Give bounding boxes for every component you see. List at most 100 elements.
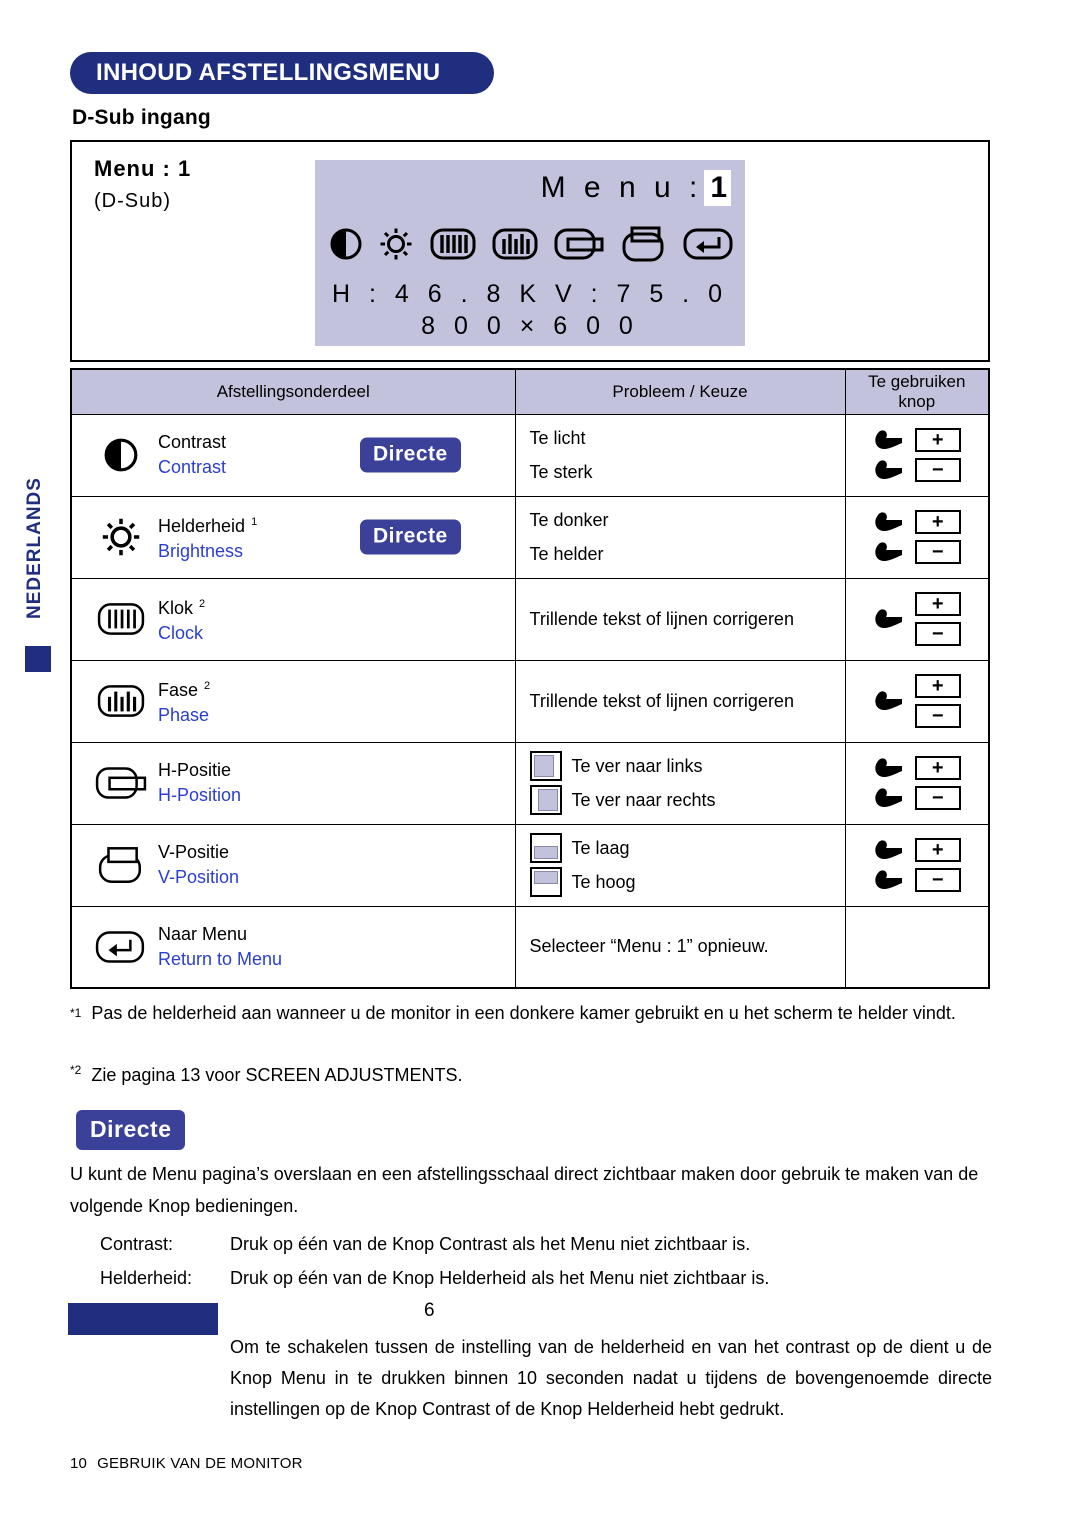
plus-button[interactable]: + [914,428,961,452]
button-line: + [873,510,961,534]
table-header-row: Afstellingsonderdeel Probleem / Keuze Te… [70,368,990,415]
return-icon [90,929,152,965]
plus-button[interactable]: + [914,674,961,698]
directe-item-value: Druk op één van de Knop Helderheid als h… [230,1268,770,1288]
pointing-hand-icon [873,839,903,861]
row-item-cell: H-Positie H-Position [70,741,516,825]
row-label-en: Contrast [158,457,227,477]
position-indicator-right-icon [529,785,562,815]
button-line: + [873,428,961,452]
row-item-cell: V-Positie V-Position [70,823,516,907]
row-button-cell: + − [844,413,990,497]
row-button-cell: + − [844,741,990,825]
minus-button[interactable]: − [914,458,961,482]
plus-button[interactable]: + [914,838,961,862]
page-subtitle: D-Sub ingang [72,106,211,129]
directe-item-value: Druk op één van de Knop Contrast als het… [230,1234,751,1254]
row-label-nl: Helderheid 1 [158,516,258,536]
position-indicator-low-icon [529,833,562,863]
row-label-nl: V-Positie [158,842,230,862]
row-item-cell: Helderheid 1 Brightness Directe [70,495,516,579]
pointing-hand-icon [873,608,903,630]
plus-button[interactable]: + [914,510,961,534]
pointing-hand-icon [873,757,903,779]
osd-frequency: H : 4 6 . 8 K V : 7 5 . 0 [332,280,728,308]
button-line: − [873,540,961,564]
footnote-2-marker: *2 [70,1063,82,1077]
problem-line: Te hoog [529,865,845,899]
problem-line: Te sterk [529,461,593,482]
pointing-hand-icon [873,511,903,533]
osd-menu-prefix: M e n u : [540,171,703,204]
phase-icon [90,683,152,719]
osd-preview-box: Menu : 1 (D-Sub) M e n u : 1 H: 4 6 . 8… [70,140,990,362]
row-label-en: H-Position [158,785,242,805]
footnote-2: *2 Zie pagina 13 voor SCREEN ADJUSTMENTS. [70,1055,1000,1091]
pointing-hand-icon [873,869,903,891]
table-row: H-Positie H-Position Te ver naar links T… [70,741,990,825]
footer-section-title: GEBRUIK VAN DE MONITOR [97,1455,303,1472]
contrast-icon [90,437,152,473]
clock-icon [90,601,152,637]
table-row: Klok 2 Clock Trillende tekst of lijnen co… [70,577,990,661]
directe-intro-text: U kunt de Menu pagina’s overslaan en een… [70,1164,979,1216]
directe-badge: Directe [360,437,461,473]
osd-resolution: 8 0 0 × 6 0 0 [421,312,639,340]
button-line: − [873,868,961,892]
button-line: − [873,458,961,482]
row-item-cell: Fase 2 Phase [70,659,516,743]
row-label-nl: Naar Menu [158,923,248,944]
plus-button[interactable]: + [914,592,961,616]
minus-button[interactable]: − [914,786,961,810]
osd-menu-line: M e n u : 1 [541,170,731,206]
row-item-cell: Contrast Contrast Directe [70,413,516,497]
h-position-icon [90,765,152,801]
header-item: Afstellingsonderdeel [70,368,516,415]
pointing-hand-icon [873,429,903,451]
problem-line: Te ver naar links [529,749,845,783]
table-row: Naar Menu Return to Menu Selecteer “Menu… [70,905,990,989]
row-label-en: Brightness [158,541,244,561]
problem-line: Trillende tekst of lijnen corrigeren [529,608,794,629]
pointing-hand-icon [873,541,903,563]
minus-button[interactable]: − [914,704,961,728]
osd-menu-label: Menu : 1 [94,156,192,181]
osd-menu-value: 1 [704,170,731,206]
button-line: + [873,756,961,780]
footnote-1-text: Pas de helderheid aan wanneer u de monit… [91,1003,956,1023]
footnote-marker: 2 [199,598,206,610]
problem-line: Te licht [529,427,586,448]
footnote-2-text: Zie pagina 13 voor SCREEN ADJUSTMENTS. [91,1065,463,1085]
v-position-icon [90,846,152,884]
row-label-nl: H-Positie [158,760,232,780]
button-line: − [873,786,961,810]
row-problem-cell: Trillende tekst of lijnen corrigeren [514,577,846,661]
problem-line: Te helder [529,543,604,564]
position-indicator-left-icon [529,751,562,781]
minus-button[interactable]: − [914,868,961,892]
v-position-icon [621,226,667,267]
row-button-cell [844,905,990,989]
button-group: + − [873,592,961,646]
row-item-cell: Klok 2 Clock [70,577,516,661]
table-row: Fase 2 Phase Trillende tekst of lijnen co… [70,659,990,743]
plus-button[interactable]: + [914,756,961,780]
footnote-marker: 1 [251,516,258,528]
footnote-marker: 2 [204,680,211,692]
osd-input-label: (D-Sub) [94,190,172,212]
row-problem-cell: Te donker Te helder [514,495,846,579]
clock-icon [430,227,476,266]
footer-page-number: 10 [70,1455,88,1472]
row-problem-cell: Te licht Te sterk [514,413,846,497]
contrast-icon [329,227,363,266]
directe-badge: Directe [360,519,461,555]
row-label-en: V-Position [158,867,240,887]
osd-icon-row [329,226,733,267]
page-title: INHOUD AFSTELLINGSMENU [70,52,494,94]
stray-number: 6 [424,1300,435,1321]
page-footer: 10 GEBRUIK VAN DE MONITOR [70,1455,313,1472]
minus-button[interactable]: − [914,622,961,646]
h-position-icon [554,227,604,266]
minus-button[interactable]: − [914,540,961,564]
row-label-nl: Klok 2 [158,598,206,618]
